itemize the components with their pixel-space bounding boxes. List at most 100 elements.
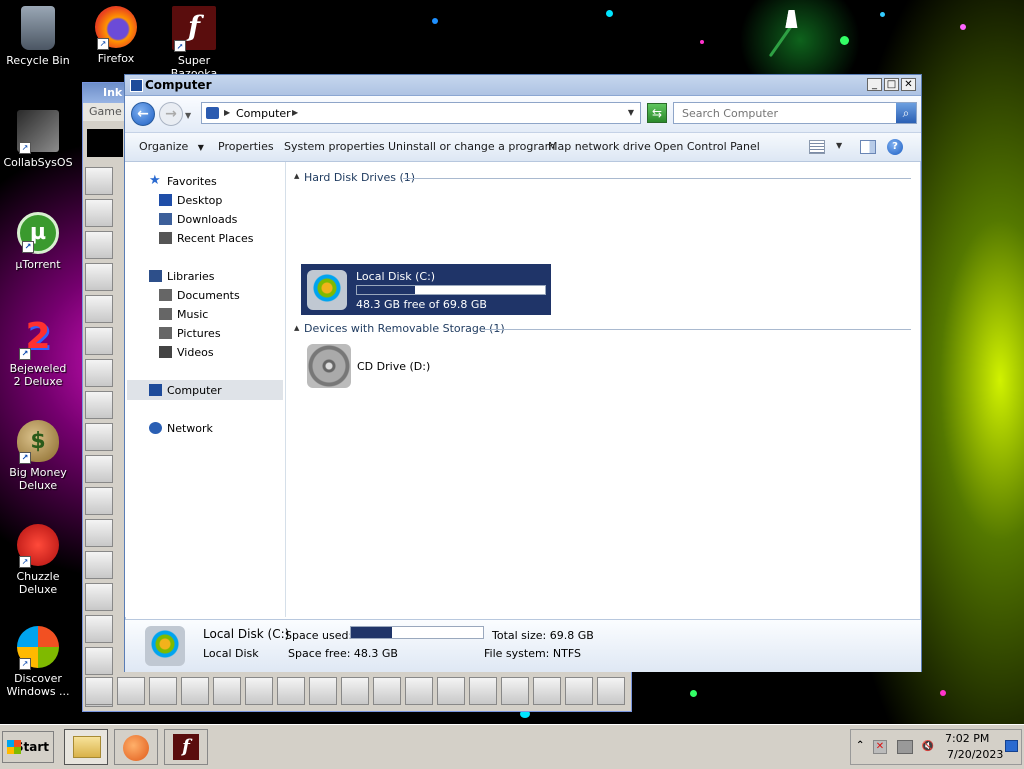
- clock-date[interactable]: 7/20/2023: [947, 748, 1003, 761]
- show-hidden-icons-button[interactable]: ⌃: [856, 740, 864, 751]
- desktop-icon-chuzzle[interactable]: ↗ Chuzzle Deluxe: [0, 524, 78, 596]
- game-tile: [85, 359, 113, 387]
- back-button[interactable]: ←: [131, 102, 155, 126]
- show-desktop-button[interactable]: [1005, 740, 1018, 752]
- desktop-icon-super-bazooka[interactable]: f↗ Super Bazooka: [154, 6, 234, 80]
- details-drive-type: Local Disk: [203, 647, 259, 660]
- desktop-icon-big-money[interactable]: $ ↗ Big Money Deluxe: [0, 420, 78, 492]
- organize-button[interactable]: Organize ▼: [139, 140, 204, 153]
- desktop-icon-discover-windows[interactable]: ↗ Discover Windows ...: [0, 626, 78, 698]
- search-box[interactable]: ⌕: [673, 102, 917, 124]
- taskbar-flash-button[interactable]: f: [164, 729, 208, 765]
- collapse-group-icon[interactable]: ▲: [294, 324, 299, 332]
- nav-recent-places[interactable]: Recent Places: [159, 232, 254, 245]
- game-tile: [181, 677, 209, 705]
- open-control-panel-button[interactable]: Open Control Panel: [654, 140, 760, 153]
- inkball-icon: [123, 735, 149, 761]
- game-tile: [149, 677, 177, 705]
- drive-c-free-space: 48.3 GB free of 69.8 GB: [356, 298, 487, 311]
- desktop-icon-collabsysos[interactable]: ↗ CollabSysOS: [0, 110, 78, 169]
- game-tile: [85, 551, 113, 579]
- nav-desktop[interactable]: Desktop: [159, 194, 222, 207]
- nav-documents[interactable]: Documents: [159, 289, 240, 302]
- network-icon[interactable]: [897, 740, 913, 754]
- close-button[interactable]: ✕: [901, 78, 916, 91]
- address-box[interactable]: ▶ Computer ▶ ▼: [201, 102, 641, 124]
- group-divider: [403, 178, 911, 179]
- action-center-icon[interactable]: ✕: [873, 740, 887, 754]
- desktop-icon-recycle-bin[interactable]: Recycle Bin: [0, 6, 78, 67]
- shortcut-arrow-icon: ↗: [97, 38, 109, 50]
- drive-c-tile[interactable]: Local Disk (C:) 48.3 GB free of 69.8 GB: [301, 264, 551, 315]
- drive-c-usage-bar: [356, 285, 546, 295]
- documents-icon: [159, 289, 172, 301]
- game-tile: [85, 647, 113, 675]
- taskbar-explorer-button[interactable]: [64, 729, 108, 765]
- paint-dot: [432, 18, 438, 24]
- details-total-size-label: Total size:: [492, 629, 547, 642]
- nav-favorites[interactable]: ★ Favorites: [149, 173, 217, 188]
- properties-button[interactable]: Properties: [218, 140, 274, 153]
- nav-videos[interactable]: Videos: [159, 346, 214, 359]
- uninstall-program-button[interactable]: Uninstall or change a program: [388, 140, 555, 153]
- shortcut-arrow-icon: ↗: [19, 556, 31, 568]
- firefox-icon: ↗: [95, 6, 137, 50]
- game-tile: [85, 295, 113, 323]
- desktop-icon-firefox[interactable]: ↗ Firefox: [76, 6, 156, 65]
- drive-d-name: CD Drive (D:): [357, 360, 431, 373]
- shortcut-arrow-icon: ↗: [19, 452, 31, 464]
- start-button[interactable]: Start: [2, 731, 54, 763]
- game-score-panel: [87, 129, 123, 157]
- map-network-drive-button[interactable]: Map network drive: [548, 140, 651, 153]
- drive-c-name: Local Disk (C:): [356, 270, 436, 283]
- recent-pages-dropdown-icon[interactable]: ▼: [185, 111, 191, 120]
- drive-d-tile[interactable]: CD Drive (D:): [301, 340, 461, 390]
- computer-icon: [130, 79, 143, 92]
- group-header-removable[interactable]: Devices with Removable Storage (1): [304, 322, 505, 335]
- details-file-system: File system: NTFS: [484, 647, 581, 660]
- system-properties-button[interactable]: System properties: [284, 140, 385, 153]
- title-bar[interactable]: Computer _ □ ✕: [125, 75, 921, 96]
- search-icon[interactable]: ⌕: [896, 103, 916, 123]
- nav-music[interactable]: Music: [159, 308, 209, 321]
- details-total-size-value: 69.8 GB: [549, 629, 594, 642]
- breadcrumb-arrow-icon[interactable]: ▶: [224, 108, 230, 117]
- address-path[interactable]: Computer: [236, 107, 291, 120]
- nav-downloads[interactable]: Downloads: [159, 213, 237, 226]
- refresh-icon[interactable]: ⇆: [647, 103, 667, 123]
- shortcut-arrow-icon: ↗: [19, 142, 31, 154]
- preview-pane-icon[interactable]: [860, 140, 876, 154]
- cd-drive-icon: [307, 344, 351, 388]
- collapse-group-icon[interactable]: ▲: [294, 172, 299, 180]
- desktop-icon-label: Chuzzle Deluxe: [16, 570, 60, 596]
- details-space-free: Space free: 48.3 GB: [288, 647, 398, 660]
- windows-logo-icon: [7, 740, 21, 754]
- group-header-hard-disk[interactable]: Hard Disk Drives (1): [304, 171, 415, 184]
- game-tile: [277, 677, 305, 705]
- search-input[interactable]: [680, 106, 889, 121]
- nav-libraries[interactable]: Libraries: [149, 270, 215, 283]
- clock-time[interactable]: 7:02 PM: [945, 732, 989, 745]
- mouse-cursor-icon: [785, 10, 801, 28]
- forward-button[interactable]: →: [159, 102, 183, 126]
- help-icon[interactable]: ?: [887, 139, 903, 155]
- nav-pictures[interactable]: Pictures: [159, 327, 221, 340]
- desktop-icon-utorrent[interactable]: µ ↗ µTorrent: [0, 212, 78, 271]
- breadcrumb-arrow-icon[interactable]: ▶: [292, 108, 298, 117]
- nav-label: Pictures: [177, 327, 221, 340]
- volume-muted-icon[interactable]: 🔇: [921, 740, 935, 754]
- nav-label: Favorites: [167, 175, 217, 188]
- nav-computer[interactable]: Computer: [149, 384, 222, 397]
- explorer-window[interactable]: Computer _ □ ✕ ← → ▼ ▶ Computer ▶ ▼ ⇆ ⌕ …: [124, 74, 922, 672]
- address-dropdown-icon[interactable]: ▼: [628, 108, 634, 117]
- chuzzle-icon: ↗: [17, 524, 59, 568]
- view-dropdown-icon[interactable]: ▼: [836, 141, 842, 150]
- taskbar-inkball-button[interactable]: [114, 729, 158, 765]
- nav-label: Music: [177, 308, 209, 321]
- minimize-button[interactable]: _: [867, 78, 882, 91]
- desktop-icon-bejeweled[interactable]: 2 ↗ Bejeweled 2 Deluxe: [0, 316, 78, 388]
- nav-network[interactable]: Network: [149, 422, 213, 435]
- system-tray: ⌃ ✕ 🔇 7:02 PM 7/20/2023: [850, 729, 1022, 765]
- maximize-button[interactable]: □: [884, 78, 899, 91]
- view-options-icon[interactable]: [809, 140, 825, 154]
